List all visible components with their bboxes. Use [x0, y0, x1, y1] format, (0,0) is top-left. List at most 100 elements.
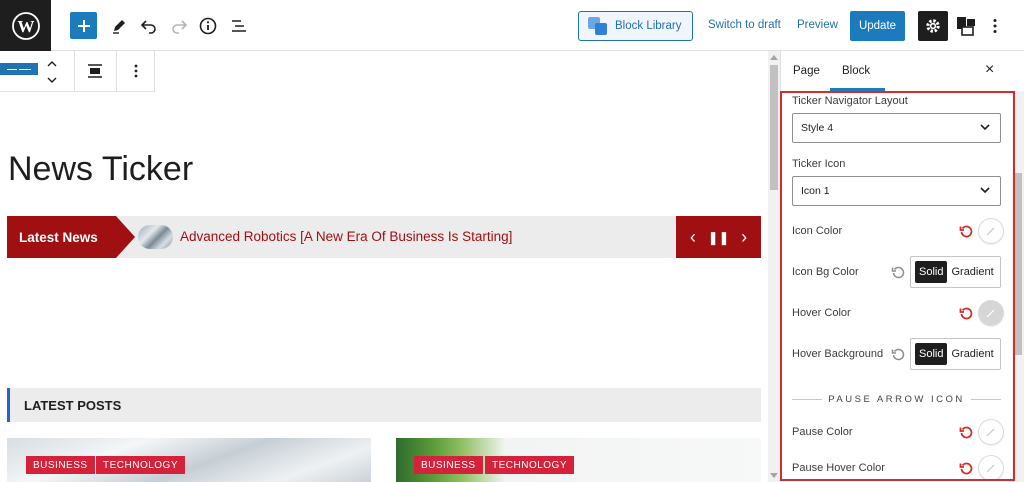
- reset-icon[interactable]: [959, 224, 973, 238]
- navigator-layout-select[interactable]: Style 4: [792, 113, 1001, 143]
- sidebar-scrollbar-thumb[interactable]: [1014, 173, 1022, 355]
- tab-block[interactable]: Block: [829, 65, 886, 91]
- news-ticker[interactable]: Latest News Advanced Robotics [A New Era…: [7, 216, 761, 258]
- align-button[interactable]: [84, 57, 106, 85]
- ticker-navigator: ‹ ❚❚ ›: [676, 216, 761, 258]
- ticker-thumbnail: [138, 225, 173, 249]
- details-button[interactable]: [195, 12, 221, 40]
- svg-text:W: W: [17, 17, 34, 36]
- ticker-headline-link[interactable]: Advanced Robotics [A New Era Of Business…: [180, 229, 512, 244]
- ticker-label-arrow: [116, 216, 135, 258]
- pencil-icon: [113, 20, 125, 34]
- post-card[interactable]: BUSINESS TECHNOLOGY: [396, 438, 761, 482]
- move-up-down-icon: [47, 61, 57, 83]
- align-full-icon: [88, 64, 102, 78]
- close-sidebar-button[interactable]: ×: [985, 61, 994, 79]
- block-library-icon: [588, 17, 608, 35]
- hover-background-label: Hover Background: [792, 348, 884, 360]
- move-block-buttons[interactable]: [44, 56, 60, 88]
- page-title[interactable]: News Ticker: [8, 150, 193, 189]
- post-tag[interactable]: TECHNOLOGY: [96, 456, 186, 474]
- wordpress-icon: W: [11, 11, 40, 40]
- blocks-plugin-icon: [957, 17, 975, 36]
- block-library-label: Block Library: [615, 20, 682, 32]
- redo-icon: [172, 20, 188, 34]
- editor-scrollbar-thumb[interactable]: [770, 65, 778, 190]
- post-card[interactable]: BUSINESS TECHNOLOGY: [7, 438, 371, 482]
- update-button[interactable]: Update: [850, 11, 905, 41]
- hover-color-label: Hover Color: [792, 307, 851, 319]
- ticker-icon-label: Ticker Icon: [792, 158, 846, 170]
- icon-color-swatch[interactable]: [979, 219, 1003, 243]
- ticker-label: Latest News: [7, 216, 116, 258]
- reset-icon[interactable]: [891, 347, 905, 361]
- solid-option[interactable]: Solid: [915, 261, 948, 283]
- eyedropper-icon: [986, 227, 995, 236]
- divider-line: [792, 399, 823, 400]
- undo-button[interactable]: [136, 12, 162, 40]
- ticker-pause-button[interactable]: ❚❚: [708, 231, 730, 244]
- editor-root: W Block Library Switch to draft Preview …: [0, 0, 1024, 482]
- scroll-down-arrow[interactable]: [770, 473, 778, 478]
- latest-posts-header: LATEST POSTS: [7, 388, 761, 422]
- toolbar-divider: [116, 51, 117, 91]
- block-type-icon[interactable]: [0, 63, 38, 75]
- sidebar-tabs: Page Block ×: [781, 51, 1024, 92]
- navigator-layout-label: Ticker Navigator Layout: [792, 95, 908, 107]
- icon-bg-color-label: Icon Bg Color: [792, 266, 859, 278]
- scroll-up-arrow[interactable]: [770, 55, 778, 60]
- more-vertical-icon: [134, 64, 138, 78]
- preview-link[interactable]: Preview: [797, 19, 838, 31]
- ticker-prev-button[interactable]: ‹: [690, 228, 696, 246]
- list-view-button[interactable]: [226, 12, 252, 40]
- reset-icon[interactable]: [959, 461, 973, 475]
- wordpress-logo-button[interactable]: W: [0, 0, 51, 51]
- pause-hover-color-label: Pause Hover Color: [792, 462, 885, 474]
- info-icon: [199, 17, 217, 35]
- ticker-next-button[interactable]: ›: [741, 228, 747, 246]
- reset-icon[interactable]: [891, 265, 905, 279]
- add-block-button[interactable]: [70, 12, 97, 39]
- chevron-down-icon: [980, 124, 990, 131]
- block-library-button[interactable]: Block Library: [578, 11, 693, 41]
- options-menu-button[interactable]: [983, 12, 1007, 40]
- highlighted-settings-panel: Ticker Navigator Layout Style 4 Ticker I…: [780, 91, 1015, 481]
- icon-color-label: Icon Color: [792, 225, 843, 237]
- latest-posts-title: LATEST POSTS: [24, 398, 122, 413]
- post-tag[interactable]: BUSINESS: [26, 456, 95, 474]
- post-tag[interactable]: BUSINESS: [414, 456, 483, 474]
- ticker-icon-select[interactable]: Icon 1: [792, 176, 1001, 206]
- toolbar-divider: [74, 51, 75, 91]
- switch-to-draft-link[interactable]: Switch to draft: [708, 19, 781, 31]
- settings-button[interactable]: [918, 11, 948, 41]
- editor-top-bar: W Block Library Switch to draft Preview …: [0, 0, 1024, 51]
- eyedropper-icon: [986, 464, 995, 473]
- eyedropper-icon: [986, 428, 995, 437]
- post-tag[interactable]: TECHNOLOGY: [485, 456, 575, 474]
- ticker-icon-value: Icon 1: [801, 185, 830, 197]
- chevron-down-icon: [980, 187, 990, 194]
- solid-option[interactable]: Solid: [915, 343, 948, 365]
- tools-button[interactable]: [106, 12, 132, 40]
- redo-button[interactable]: [166, 12, 192, 40]
- gradient-option[interactable]: Gradient: [951, 348, 993, 360]
- reset-icon[interactable]: [959, 425, 973, 439]
- hover-color-swatch[interactable]: [979, 301, 1003, 325]
- pause-hover-color-swatch[interactable]: [979, 456, 1003, 479]
- reset-icon[interactable]: [959, 306, 973, 320]
- undo-icon: [140, 20, 156, 34]
- eyedropper-icon: [986, 309, 995, 318]
- plugin-button[interactable]: [953, 12, 979, 40]
- gradient-option[interactable]: Gradient: [951, 266, 993, 278]
- hover-background-type-toggle[interactable]: Solid Gradient: [910, 338, 1001, 370]
- editor-scrollbar[interactable]: [768, 51, 780, 482]
- plus-icon: [77, 19, 90, 32]
- icon-bg-type-toggle[interactable]: Solid Gradient: [910, 256, 1001, 288]
- navigator-layout-value: Style 4: [801, 122, 834, 134]
- tab-page[interactable]: Page: [793, 65, 820, 77]
- divider-line: [970, 399, 1002, 400]
- pause-color-swatch[interactable]: [979, 420, 1003, 444]
- block-options-button[interactable]: [126, 57, 146, 85]
- gear-icon: [926, 19, 940, 33]
- more-vertical-icon: [993, 19, 997, 33]
